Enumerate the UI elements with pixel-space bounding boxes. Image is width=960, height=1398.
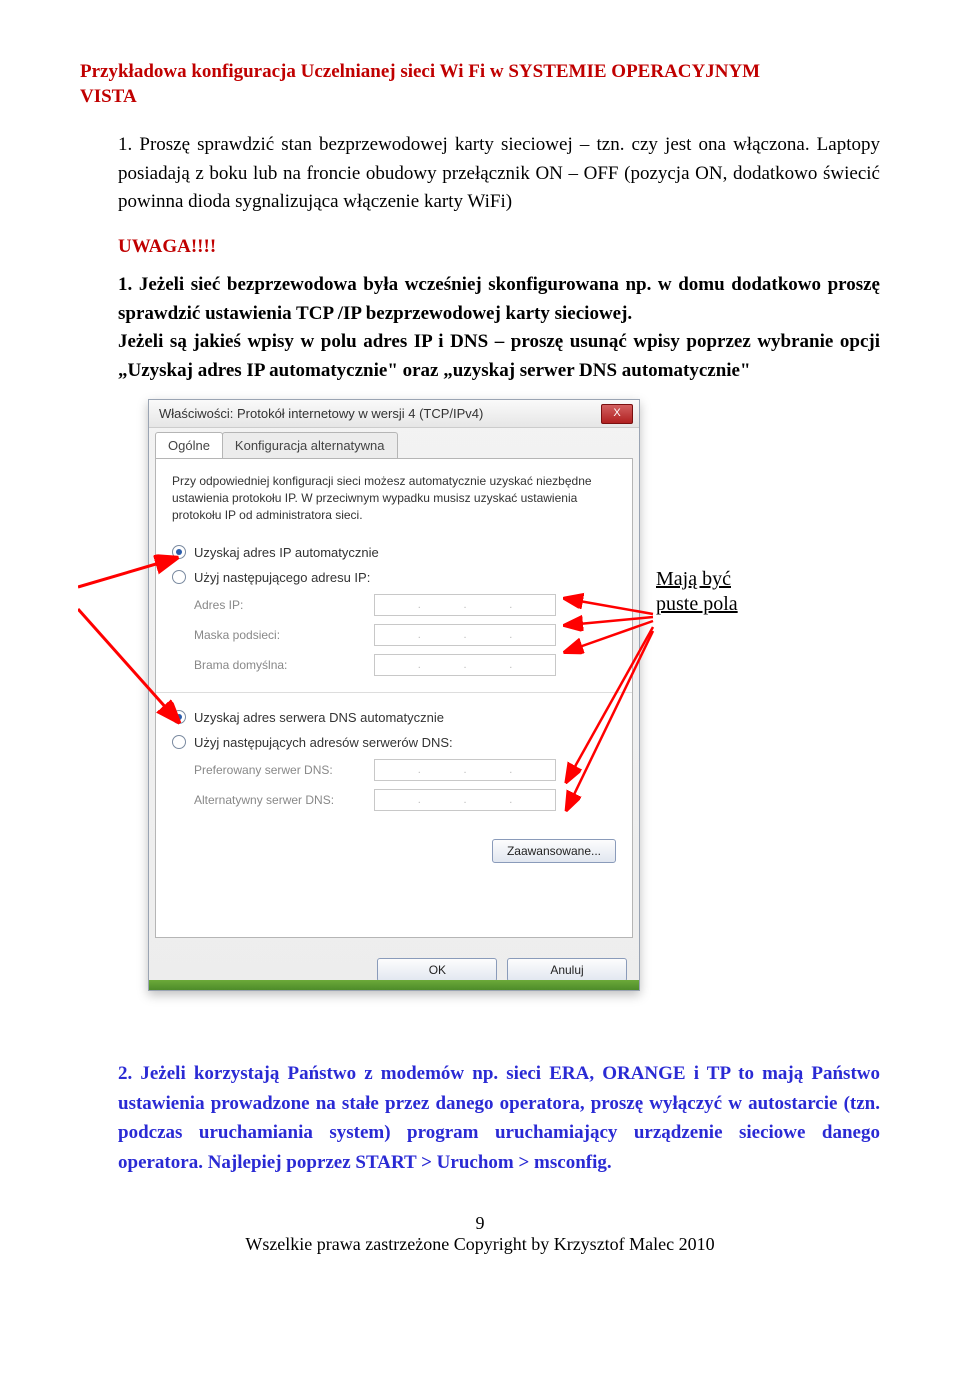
document-header: Przykładowa konfiguracja Uczelnianej sie…	[80, 60, 880, 109]
arrow-icon	[568, 599, 653, 614]
sub1-text: 1. Jeżeli sieć bezprzewodowa była wcześn…	[118, 274, 880, 324]
sub-note-2: Jeżeli są jakieś wpisy w polu adres IP i…	[118, 328, 880, 385]
arrow-icon	[78, 609, 176, 719]
item-2-text: 2. Jeżeli korzystają Państwo z modemów n…	[118, 1063, 880, 1172]
arrow-icon	[568, 621, 653, 651]
list-item-1: 1. Proszę sprawdzić stan bezprzewodowej …	[118, 131, 880, 217]
arrow-icon	[568, 617, 653, 625]
uwaga-label: UWAGA!!!!	[118, 236, 216, 257]
header-line-2: VISTA	[80, 86, 137, 107]
copyright-line: Wszelkie prawa zastrzeżone Copyright by …	[80, 1234, 880, 1255]
item-1-text: Proszę sprawdzić stan bezprzewodowej kar…	[118, 134, 880, 212]
figure-area: Właściwości: Protokół internetowy w wers…	[118, 399, 880, 1019]
arrow-icon	[568, 627, 653, 779]
arrow-icon	[78, 559, 173, 587]
sub2-text: Jeżeli są jakieś wpisy w polu adres IP i…	[118, 331, 880, 381]
item-1-number: 1.	[118, 134, 132, 155]
annotation-arrows	[78, 399, 858, 1019]
header-line-1: Przykładowa konfiguracja Uczelnianej sie…	[80, 61, 760, 82]
warning-paragraph: UWAGA!!!!	[118, 233, 880, 262]
list-item-2: 2. Jeżeli korzystają Państwo z modemów n…	[118, 1059, 880, 1177]
sub-note-1: 1. Jeżeli sieć bezprzewodowa była wcześn…	[118, 271, 880, 328]
arrow-icon	[568, 631, 653, 807]
tab-general[interactable]: Ogólne	[155, 432, 223, 458]
page-number: 9	[80, 1213, 880, 1234]
